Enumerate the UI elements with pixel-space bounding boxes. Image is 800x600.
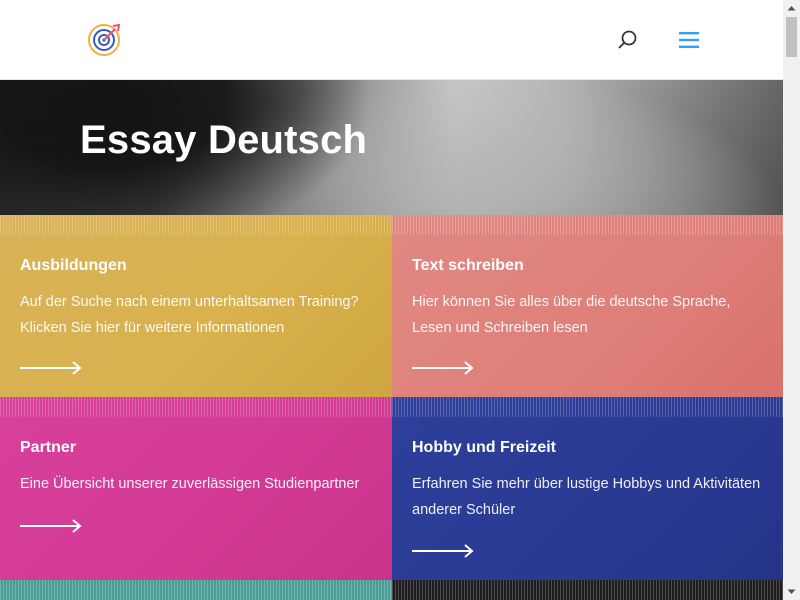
page-title: Essay Deutsch bbox=[80, 118, 368, 162]
card-description: Eine Übersicht unserer zuverlässigen Stu… bbox=[20, 476, 360, 492]
card-stripe-pattern bbox=[392, 215, 783, 235]
card-title: Ausbildungen bbox=[20, 257, 127, 274]
search-icon[interactable] bbox=[616, 28, 640, 52]
card-dark-partial bbox=[392, 580, 783, 600]
card-hobby-freizeit[interactable]: Hobby und Freizeit Erfahren Sie mehr übe… bbox=[392, 397, 783, 580]
hero-banner: Essay Deutsch bbox=[0, 80, 783, 215]
hamburger-menu-icon[interactable] bbox=[677, 29, 701, 51]
target-logo-icon[interactable] bbox=[86, 22, 122, 58]
card-description: Hier können Sie alles über die deutsche … bbox=[412, 294, 731, 336]
scroll-up-arrow-icon[interactable] bbox=[783, 0, 800, 17]
scroll-down-arrow-icon[interactable] bbox=[783, 583, 800, 600]
card-description: Erfahren Sie mehr über lustige Hobbys un… bbox=[412, 476, 761, 518]
card-title: Hobby und Freizeit bbox=[412, 439, 556, 456]
site-header bbox=[0, 0, 783, 80]
card-title: Partner bbox=[20, 439, 77, 456]
scrollbar[interactable] bbox=[783, 0, 800, 600]
card-teal-partial bbox=[0, 580, 392, 600]
card-text-schreiben[interactable]: Text schreiben Hier können Sie alles übe… bbox=[392, 215, 783, 397]
card-description: Auf der Suche nach einem unterhaltsamen … bbox=[20, 294, 359, 336]
card-title: Text schreiben bbox=[412, 257, 524, 274]
arrow-right-icon[interactable] bbox=[412, 361, 474, 375]
card-stripe-pattern bbox=[0, 397, 392, 417]
arrow-right-icon[interactable] bbox=[20, 519, 82, 533]
card-ausbildungen[interactable]: Ausbildungen Auf der Suche nach einem un… bbox=[0, 215, 392, 397]
arrow-right-icon[interactable] bbox=[412, 544, 474, 558]
card-stripe-pattern bbox=[0, 215, 392, 235]
arrow-right-icon[interactable] bbox=[20, 361, 82, 375]
card-stripe-pattern bbox=[392, 397, 783, 417]
card-partner[interactable]: Partner Eine Übersicht unserer zuverläss… bbox=[0, 397, 392, 580]
scrollbar-thumb[interactable] bbox=[786, 17, 797, 57]
